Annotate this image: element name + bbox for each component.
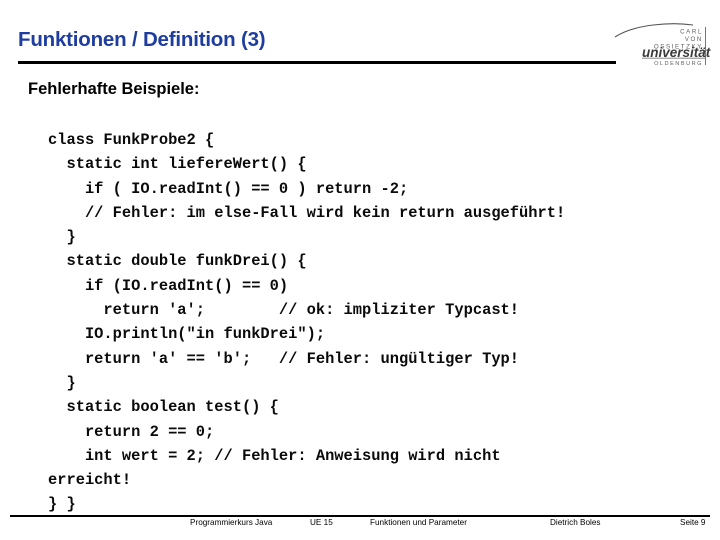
- logo-line-carl: CARL: [680, 29, 703, 36]
- code-line: return 'a'; // ok: impliziter Typcast!: [48, 301, 520, 320]
- code-line: IO.println("in funkDrei");: [48, 325, 326, 344]
- footer: Programmierkurs Java UE 15 Funktionen un…: [10, 518, 710, 536]
- logo-wordmark: universität: [642, 45, 711, 60]
- footer-page-number: Seite 9: [680, 518, 706, 527]
- code-line: } }: [48, 495, 76, 514]
- logo-line-von: VON: [685, 36, 703, 43]
- slide: Funktionen / Definition (3) CARL VON OSS…: [0, 0, 720, 540]
- code-line: }: [48, 373, 76, 392]
- code-listing: class FunkProbe2 { static int liefereWer…: [48, 128, 708, 517]
- code-line: class FunkProbe2 {: [48, 131, 215, 149]
- code-line: }: [48, 228, 76, 247]
- code-line: static int liefereWert() {: [48, 155, 307, 174]
- code-line: if (IO.readInt() == 0): [48, 276, 289, 295]
- code-line: erreicht!: [48, 471, 132, 490]
- title-divider: [18, 61, 616, 64]
- code-line: int wert = 2; // Fehler: Anweisung wird …: [48, 446, 501, 465]
- footer-divider: [10, 515, 710, 517]
- code-line: return 2 == 0;: [48, 422, 215, 441]
- code-line: return 'a' == 'b'; // Fehler: ungültiger…: [48, 349, 520, 368]
- logo-city: OLDENBURG: [654, 61, 703, 66]
- section-subtitle: Fehlerhafte Beispiele:: [28, 80, 200, 98]
- footer-author: Dietrich Boles: [550, 518, 601, 527]
- footer-unit: UE 15: [310, 518, 333, 527]
- code-line: static double funkDrei() {: [48, 252, 307, 271]
- footer-course: Programmierkurs Java: [190, 518, 273, 527]
- page-title: Funktionen / Definition (3): [18, 28, 266, 51]
- code-line: static boolean test() {: [48, 398, 279, 417]
- code-line: if ( IO.readInt() == 0 ) return -2;: [48, 179, 409, 198]
- footer-topic: Funktionen und Parameter: [370, 518, 467, 527]
- code-line: // Fehler: im else-Fall wird kein return…: [48, 203, 566, 222]
- university-logo: CARL VON OSSIETZKY universität OLDENBURG: [613, 20, 713, 67]
